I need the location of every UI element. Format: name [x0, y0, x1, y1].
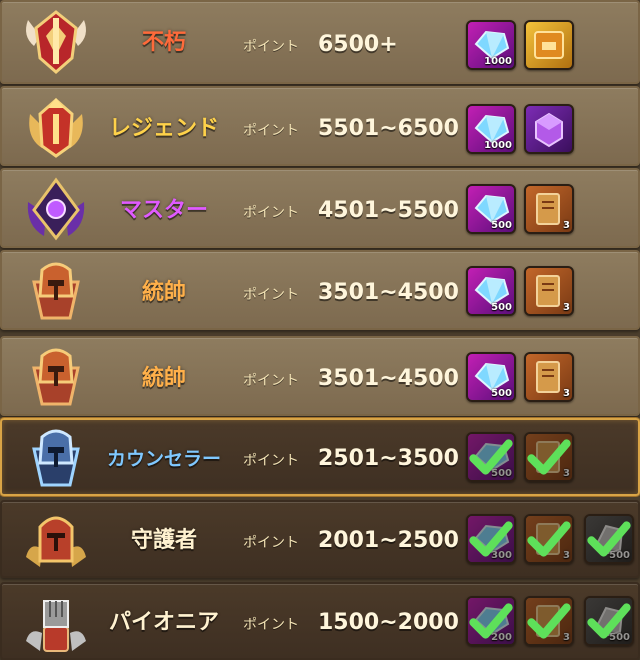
check-icon: [527, 603, 571, 639]
points-label: ポイント: [243, 535, 299, 551]
counselor-emblem-icon: [20, 423, 92, 495]
gold-chest-icon: [534, 31, 564, 59]
rank-row-immortal[interactable]: 不朽 ポイント 6500+ 1000: [0, 0, 640, 84]
check-icon: [527, 521, 571, 557]
tier-name: パイオニア: [108, 610, 219, 635]
immortal-emblem-icon: [20, 6, 92, 78]
rank-row-commander[interactable]: 統帥 ポイント 3501~4500 500 3: [0, 336, 640, 416]
master-emblem-icon: [20, 174, 92, 246]
points-label: ポイント: [243, 287, 299, 303]
reward-diamond[interactable]: 500: [466, 266, 516, 316]
rank-row-counselor[interactable]: カウンセラー ポイント 2501~3500 500 3: [0, 418, 640, 496]
reward-gold-chest[interactable]: [524, 20, 574, 70]
reward-qty: 1000: [484, 140, 512, 151]
reward-diamond[interactable]: 1000: [466, 104, 516, 154]
reward-qty: 3: [563, 388, 570, 399]
points-range: 6500+: [318, 32, 398, 57]
points-label: ポイント: [243, 205, 299, 221]
reward-scroll-claimed: 3: [524, 432, 574, 482]
rank-row-legend[interactable]: レジェンド ポイント 5501~6500 1000: [0, 86, 640, 166]
points-range: 5501~6500: [318, 116, 459, 141]
reward-diamond-claimed: 200: [466, 596, 516, 646]
tier-name: カウンセラー: [106, 448, 221, 470]
reward-diamond[interactable]: 1000: [466, 20, 516, 70]
points-label: ポイント: [243, 617, 299, 633]
rank-row-commander[interactable]: 統帥 ポイント 3501~4500 500 3: [0, 250, 640, 330]
check-icon: [527, 439, 571, 475]
rank-row-pioneer[interactable]: パイオニア ポイント 1500~2000 200 3 500: [0, 582, 640, 660]
reward-diamond[interactable]: 500: [466, 184, 516, 234]
reward-qty: 3: [563, 302, 570, 313]
reward-qty: 500: [491, 388, 512, 399]
tier-name: 統帥: [141, 280, 186, 305]
reward-scroll-claimed: 3: [524, 514, 574, 564]
reward-diamond-claimed: 300: [466, 514, 516, 564]
points-label: ポイント: [243, 453, 299, 469]
tier-name: マスター: [119, 198, 208, 223]
points-range: 2001~2500: [318, 528, 459, 553]
reward-qty: 500: [491, 220, 512, 231]
tier-name: 統帥: [141, 366, 186, 391]
points-label: ポイント: [243, 373, 299, 389]
rank-row-guardian[interactable]: 守護者 ポイント 2001~2500 300 3 500: [0, 500, 640, 578]
points-label: ポイント: [243, 123, 299, 139]
rank-row-master[interactable]: マスター ポイント 4501~5500 500 3: [0, 168, 640, 248]
points-range: 3501~4500: [318, 366, 459, 391]
reward-diamond[interactable]: 500: [466, 352, 516, 402]
points-range: 2501~3500: [318, 446, 459, 471]
reward-shard-claimed: 500: [584, 596, 634, 646]
check-icon: [469, 439, 513, 475]
check-icon: [469, 521, 513, 557]
legend-emblem-icon: [20, 92, 92, 164]
reward-qty: 500: [491, 302, 512, 313]
points-range: 3501~4500: [318, 280, 459, 305]
reward-scroll[interactable]: 3: [524, 266, 574, 316]
points-range: 4501~5500: [318, 198, 459, 223]
tier-name: 不朽: [141, 30, 186, 55]
tier-name: レジェンド: [108, 116, 219, 141]
tier-name: 守護者: [130, 528, 197, 553]
reward-scroll[interactable]: 3: [524, 352, 574, 402]
pioneer-emblem-icon: [20, 587, 92, 659]
commander-emblem-icon: [20, 342, 92, 414]
reward-shard-claimed: 500: [584, 514, 634, 564]
purple-box-icon: [535, 112, 563, 148]
guardian-emblem-icon: [20, 505, 92, 577]
reward-qty: 3: [563, 220, 570, 231]
check-icon: [587, 603, 631, 639]
reward-diamond-claimed: 500: [466, 432, 516, 482]
reward-purple-box[interactable]: [524, 104, 574, 154]
points-range: 1500~2000: [318, 610, 459, 635]
commander-emblem-icon: [20, 256, 92, 328]
reward-scroll-claimed: 3: [524, 596, 574, 646]
rank-reward-list: 不朽 ポイント 6500+ 1000 レジェンド ポイント 5501~6500 …: [0, 0, 640, 660]
points-label: ポイント: [243, 39, 299, 55]
reward-scroll[interactable]: 3: [524, 184, 574, 234]
reward-qty: 1000: [484, 56, 512, 67]
check-icon: [587, 521, 631, 557]
check-icon: [469, 603, 513, 639]
